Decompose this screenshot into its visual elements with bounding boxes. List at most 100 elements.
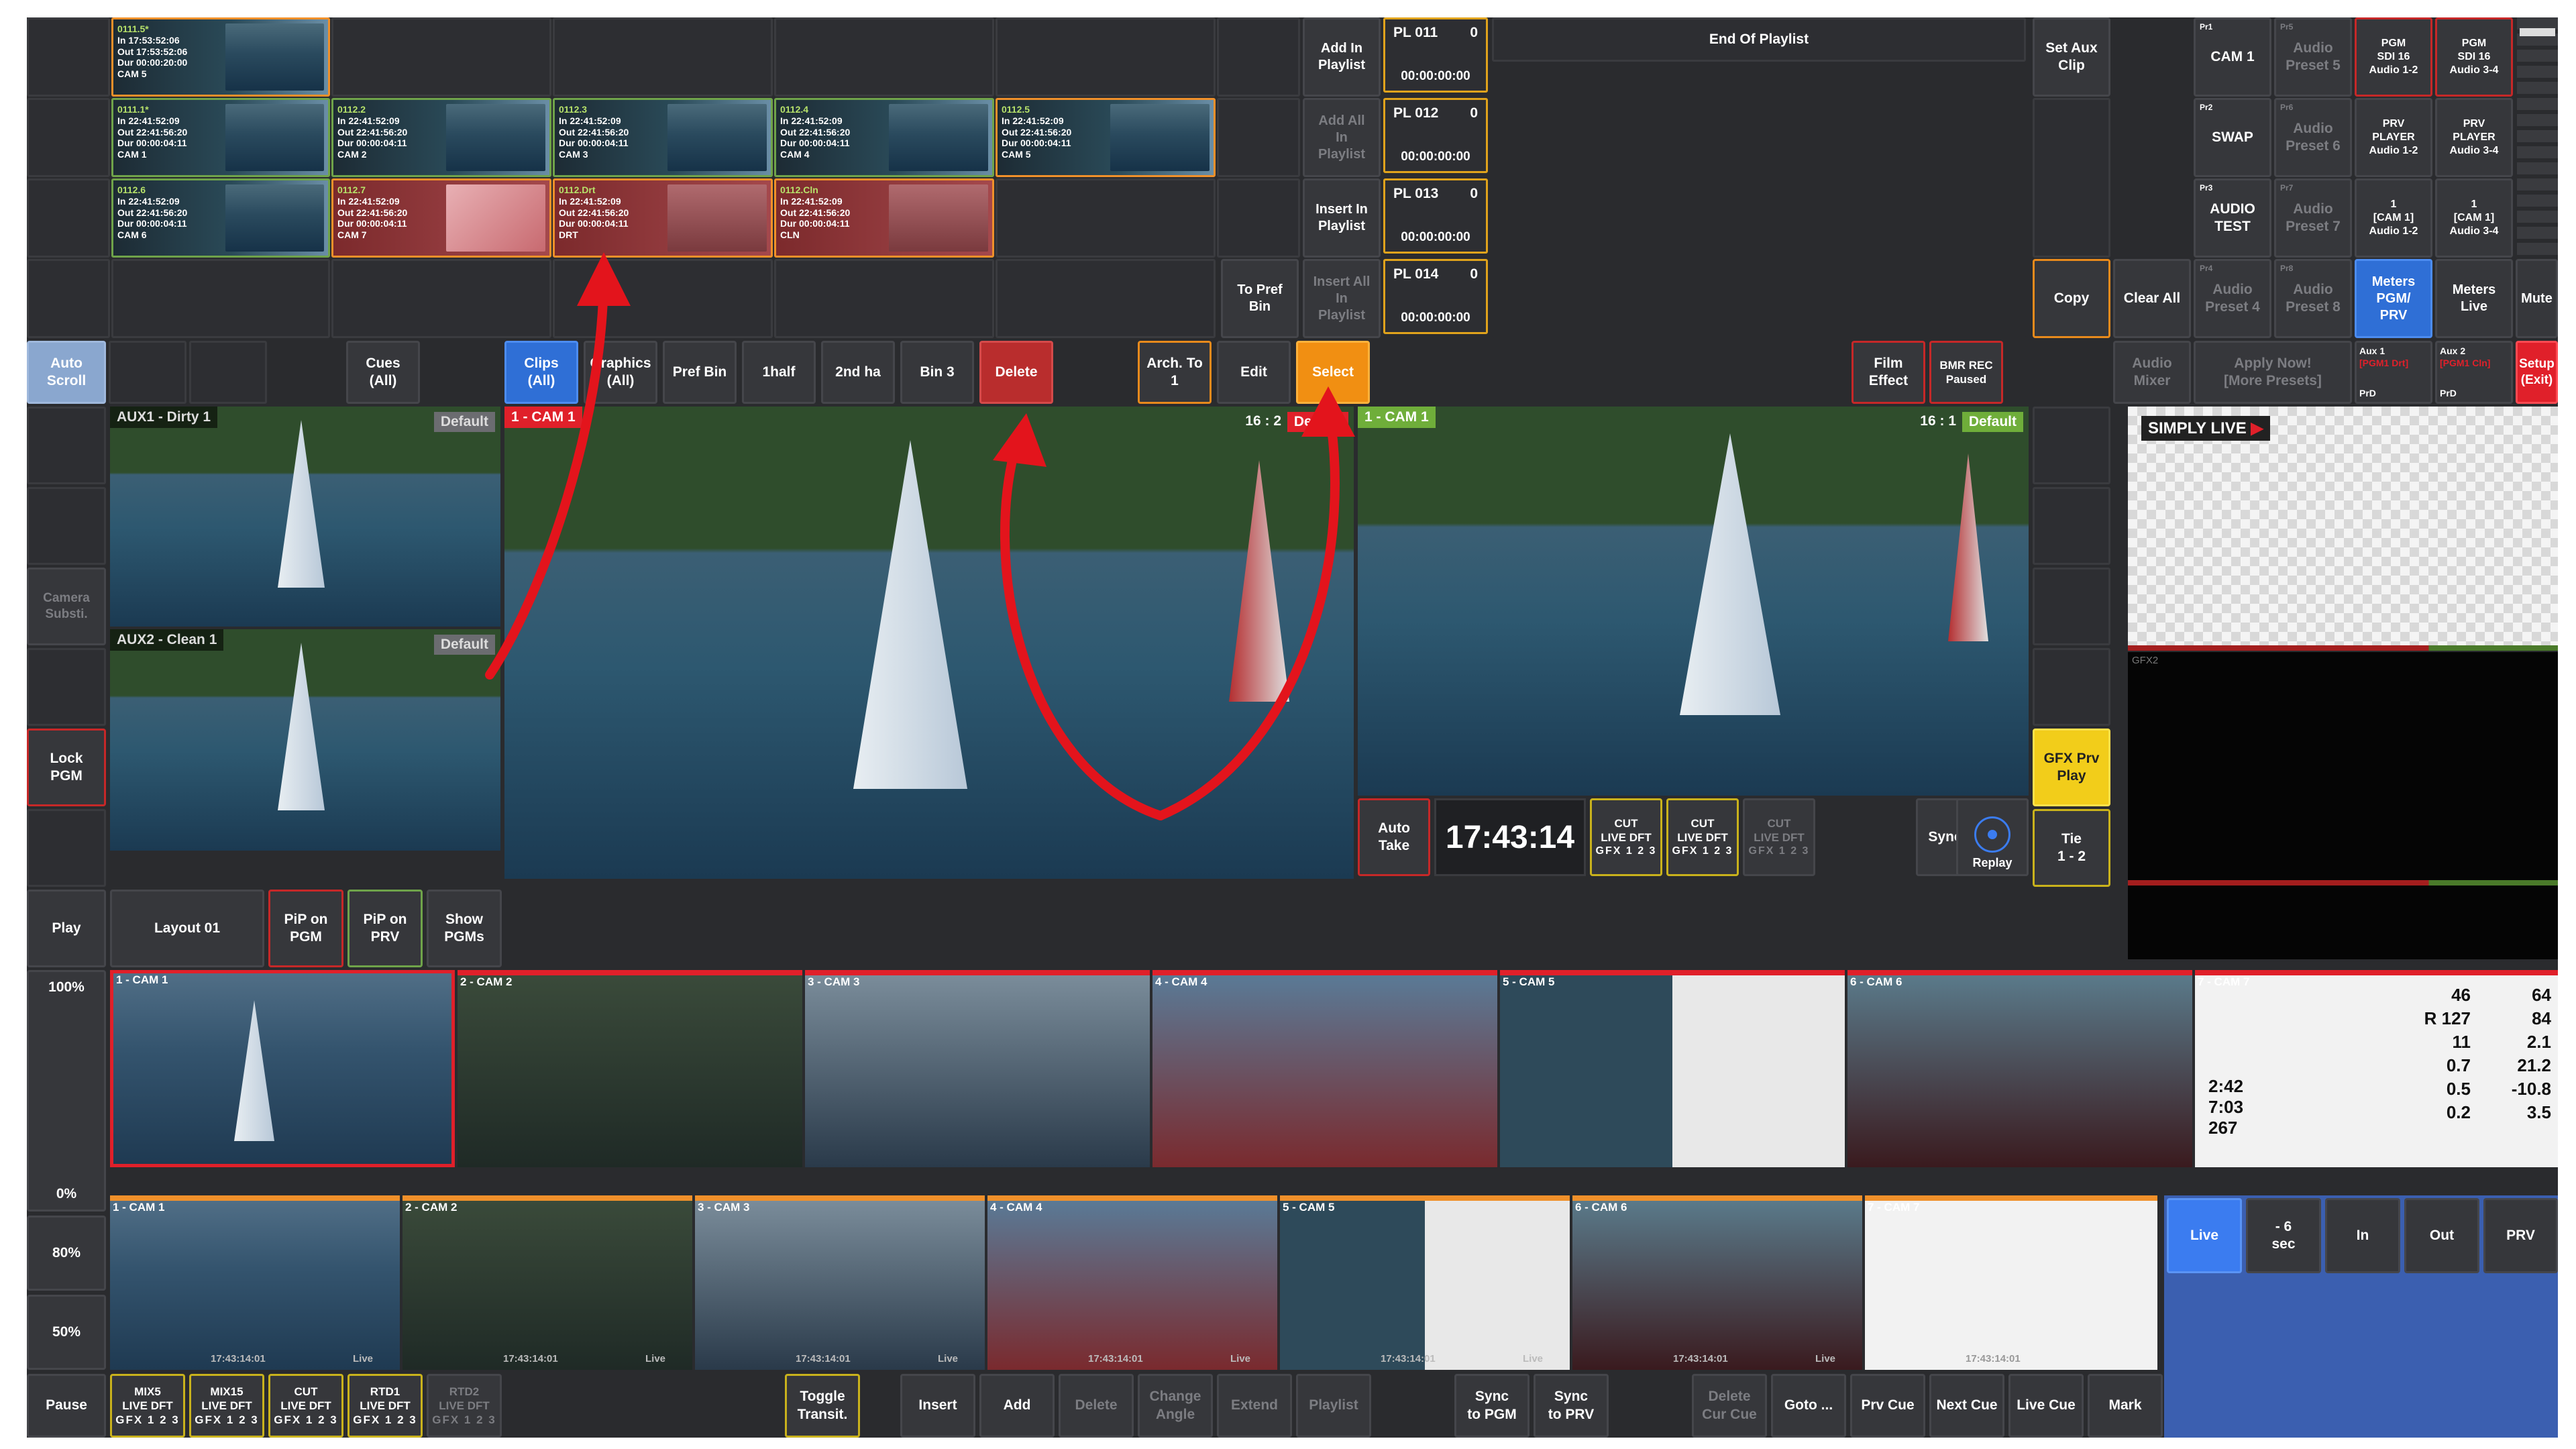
grid-cell[interactable] xyxy=(996,17,1216,97)
lock-pgm-button[interactable]: Lock PGM xyxy=(27,729,106,806)
auto-scroll-button[interactable]: Auto Scroll xyxy=(27,341,106,404)
bin-2nd-half-button[interactable]: 2nd ha xyxy=(821,341,895,404)
replay-tile[interactable]: 6 - CAM 6 17:43:14:01 Live xyxy=(1572,1195,1862,1370)
audio-preset-6-button[interactable]: Pr6 Audio Preset 6 xyxy=(2274,98,2352,177)
set-aux-clip-button[interactable]: Set Aux Clip xyxy=(2033,17,2110,97)
replay-tile[interactable]: 5 - CAM 5 17:43:14:01 Live xyxy=(1280,1195,1570,1370)
grid-cell[interactable] xyxy=(27,259,110,338)
clip-tile[interactable]: 0112.5 In 22:41:52:09 Out 22:41:56:20 Du… xyxy=(996,98,1216,177)
grid-cell[interactable] xyxy=(774,17,994,97)
graphics-all-button[interactable]: Graphics (All) xyxy=(584,341,657,404)
cues-all-button[interactable]: Cues (All) xyxy=(346,341,420,404)
clips-all-button[interactable]: Clips (All) xyxy=(504,341,578,404)
audio-preset-5-button[interactable]: Pr5 Audio Preset 5 xyxy=(2274,17,2352,97)
replay-tile[interactable]: 1 - CAM 1 17:43:14:01 Live xyxy=(110,1195,400,1370)
grid-cell[interactable] xyxy=(1217,17,1300,97)
grid-cell[interactable] xyxy=(27,17,110,97)
next-cue-button[interactable]: Next Cue xyxy=(1929,1374,2004,1438)
film-effect-button[interactable]: Film Effect xyxy=(1851,341,1925,404)
extend-button[interactable]: Extend xyxy=(1217,1374,1292,1438)
camera-tile[interactable]: 6 - CAM 6 xyxy=(1847,970,2192,1167)
aux1-button[interactable]: Aux 1 [PGM1 Drt] PrD xyxy=(2355,341,2432,404)
bmr-rec-button[interactable]: BMR REC Paused xyxy=(1929,341,2003,404)
pip-on-prv-button[interactable]: PiP on PRV xyxy=(347,890,423,967)
archive-to-button[interactable]: Arch. To 1 xyxy=(1138,341,1212,404)
camera-substitution-button[interactable]: Camera Substi. xyxy=(27,568,106,645)
grid-cell[interactable] xyxy=(111,259,330,338)
zoom-50-button[interactable]: 50% xyxy=(27,1295,106,1370)
volume-fader[interactable] xyxy=(2517,17,2558,256)
replay-tile[interactable]: 2 - CAM 2 17:43:14:01 Live xyxy=(402,1195,692,1370)
prv-audio-1-2-button[interactable]: PRV PLAYER Audio 1-2 xyxy=(2355,98,2432,177)
delete-cue-button[interactable]: Delete xyxy=(1059,1374,1134,1438)
cut-transition-button[interactable]: CUT LIVE DFT GFX 1 2 3 xyxy=(1743,798,1815,876)
playlist-button[interactable]: Playlist xyxy=(1296,1374,1371,1438)
clip-tile[interactable]: 0112.4 In 22:41:52:09 Out 22:41:56:20 Du… xyxy=(774,98,994,177)
audio-test-preset-button[interactable]: Pr3 AUDIO TEST xyxy=(2194,178,2271,258)
clip-tile[interactable]: 0112.Drt In 22:41:52:09 Out 22:41:56:20 … xyxy=(553,178,773,258)
playlist-slot[interactable]: PL 014 0 00:00:00:00 xyxy=(1383,259,1488,334)
live-button[interactable]: Live xyxy=(2167,1198,2242,1273)
playlist-slot[interactable]: PL 012 0 00:00:00:00 xyxy=(1383,98,1488,173)
to-pref-bin-button[interactable]: To Pref Bin xyxy=(1221,259,1299,338)
in-button[interactable]: In xyxy=(2325,1198,2400,1273)
cam1-audio-3-4-button[interactable]: 1 [CAM 1] Audio 3-4 xyxy=(2435,178,2513,258)
grid-cell[interactable] xyxy=(553,17,773,97)
sync-to-pgm-button[interactable]: Sync to PGM xyxy=(1454,1374,1529,1438)
rtd1-transition-button[interactable]: RTD1 LIVE DFT GFX 1 2 3 xyxy=(347,1374,423,1438)
mark-button[interactable]: Mark xyxy=(2088,1374,2163,1438)
previous-cue-button[interactable]: Prv Cue xyxy=(1850,1374,1925,1438)
bin-1half-button[interactable]: 1half xyxy=(742,341,816,404)
aux2-button[interactable]: Aux 2 [PGM1 Cln] PrD xyxy=(2435,341,2513,404)
play-button[interactable]: Play xyxy=(27,890,106,967)
change-angle-button[interactable]: Change Angle xyxy=(1138,1374,1213,1438)
delete-current-cue-button[interactable]: Delete Cur Cue xyxy=(1692,1374,1767,1438)
zoom-80-button[interactable]: 80% xyxy=(27,1216,106,1291)
cut-transition-button[interactable]: CUT LIVE DFT GFX 1 2 3 xyxy=(1590,798,1662,876)
grid-cell[interactable] xyxy=(553,259,773,338)
clip-tile[interactable]: 0112.7 In 22:41:52:09 Out 22:41:56:20 Du… xyxy=(331,178,551,258)
replay-tile[interactable]: 7 - CAM 7 17:43:14:01 xyxy=(1865,1195,2157,1370)
clip-tile[interactable]: 0112.Cln In 22:41:52:09 Out 22:41:56:20 … xyxy=(774,178,994,258)
prv-button[interactable]: PRV xyxy=(2483,1198,2558,1273)
grid-cell[interactable] xyxy=(1217,98,1300,177)
grid-cell[interactable] xyxy=(331,259,551,338)
out-button[interactable]: Out xyxy=(2404,1198,2479,1273)
grid-cell[interactable] xyxy=(27,98,110,177)
grid-cell[interactable] xyxy=(1217,178,1300,258)
add-in-playlist-button[interactable]: Add In Playlist xyxy=(1303,17,1381,97)
pip-on-pgm-button[interactable]: PiP on PGM xyxy=(268,890,343,967)
playlist-slot[interactable]: PL 013 0 00:00:00:00 xyxy=(1383,178,1488,254)
grid-cell[interactable] xyxy=(996,178,1216,258)
add-all-in-playlist-button[interactable]: Add All In Playlist xyxy=(1303,98,1381,177)
insert-in-playlist-button[interactable]: Insert In Playlist xyxy=(1303,178,1381,258)
clip-tile[interactable]: 0112.2 In 22:41:52:09 Out 22:41:56:20 Du… xyxy=(331,98,551,177)
cam1-audio-1-2-button[interactable]: 1 [CAM 1] Audio 1-2 xyxy=(2355,178,2432,258)
meters-live-button[interactable]: Meters Live xyxy=(2435,259,2513,338)
grid-cell[interactable] xyxy=(996,259,1216,338)
insert-all-in-playlist-button[interactable]: Insert All In Playlist xyxy=(1303,259,1381,338)
replay-tile[interactable]: 3 - CAM 3 17:43:14:01 Live xyxy=(695,1195,985,1370)
bin-3-button[interactable]: Bin 3 xyxy=(900,341,974,404)
layout-button[interactable]: Layout 01 xyxy=(110,890,264,967)
edit-button[interactable]: Edit xyxy=(1217,341,1291,404)
prv-audio-3-4-button[interactable]: PRV PLAYER Audio 3-4 xyxy=(2435,98,2513,177)
replay-tile[interactable]: 4 - CAM 4 17:43:14:01 Live xyxy=(987,1195,1277,1370)
grid-cell[interactable] xyxy=(27,178,110,258)
show-pgms-button[interactable]: Show PGMs xyxy=(427,890,502,967)
meters-pgm-prv-button[interactable]: Meters PGM/ PRV xyxy=(2355,259,2432,338)
clip-tile[interactable]: 0112.6 In 22:41:52:09 Out 22:41:56:20 Du… xyxy=(111,178,330,258)
clear-all-button[interactable]: Clear All xyxy=(2113,259,2191,338)
minus-6-sec-button[interactable]: - 6 sec xyxy=(2246,1198,2321,1273)
mix5-transition-button[interactable]: MIX5 LIVE DFT GFX 1 2 3 xyxy=(110,1374,185,1438)
mute-button[interactable]: Mute xyxy=(2516,259,2558,338)
cut-transition-button[interactable]: CUT LIVE DFT GFX 1 2 3 xyxy=(268,1374,343,1438)
clip-tile[interactable]: 0111.1* In 22:41:52:09 Out 22:41:56:20 D… xyxy=(111,98,330,177)
camera-tile[interactable]: 3 - CAM 3 xyxy=(805,970,1150,1167)
pgm-audio-3-4-button[interactable]: PGM SDI 16 Audio 3-4 xyxy=(2435,17,2513,97)
grid-cell[interactable] xyxy=(331,17,551,97)
cut-transition-button[interactable]: CUT LIVE DFT GFX 1 2 3 xyxy=(1666,798,1739,876)
camera-tile[interactable]: 1 - CAM 1 xyxy=(110,970,455,1167)
auto-take-button[interactable]: Auto Take xyxy=(1358,798,1430,876)
zoom-slider[interactable]: 100% 0% xyxy=(27,970,106,1212)
